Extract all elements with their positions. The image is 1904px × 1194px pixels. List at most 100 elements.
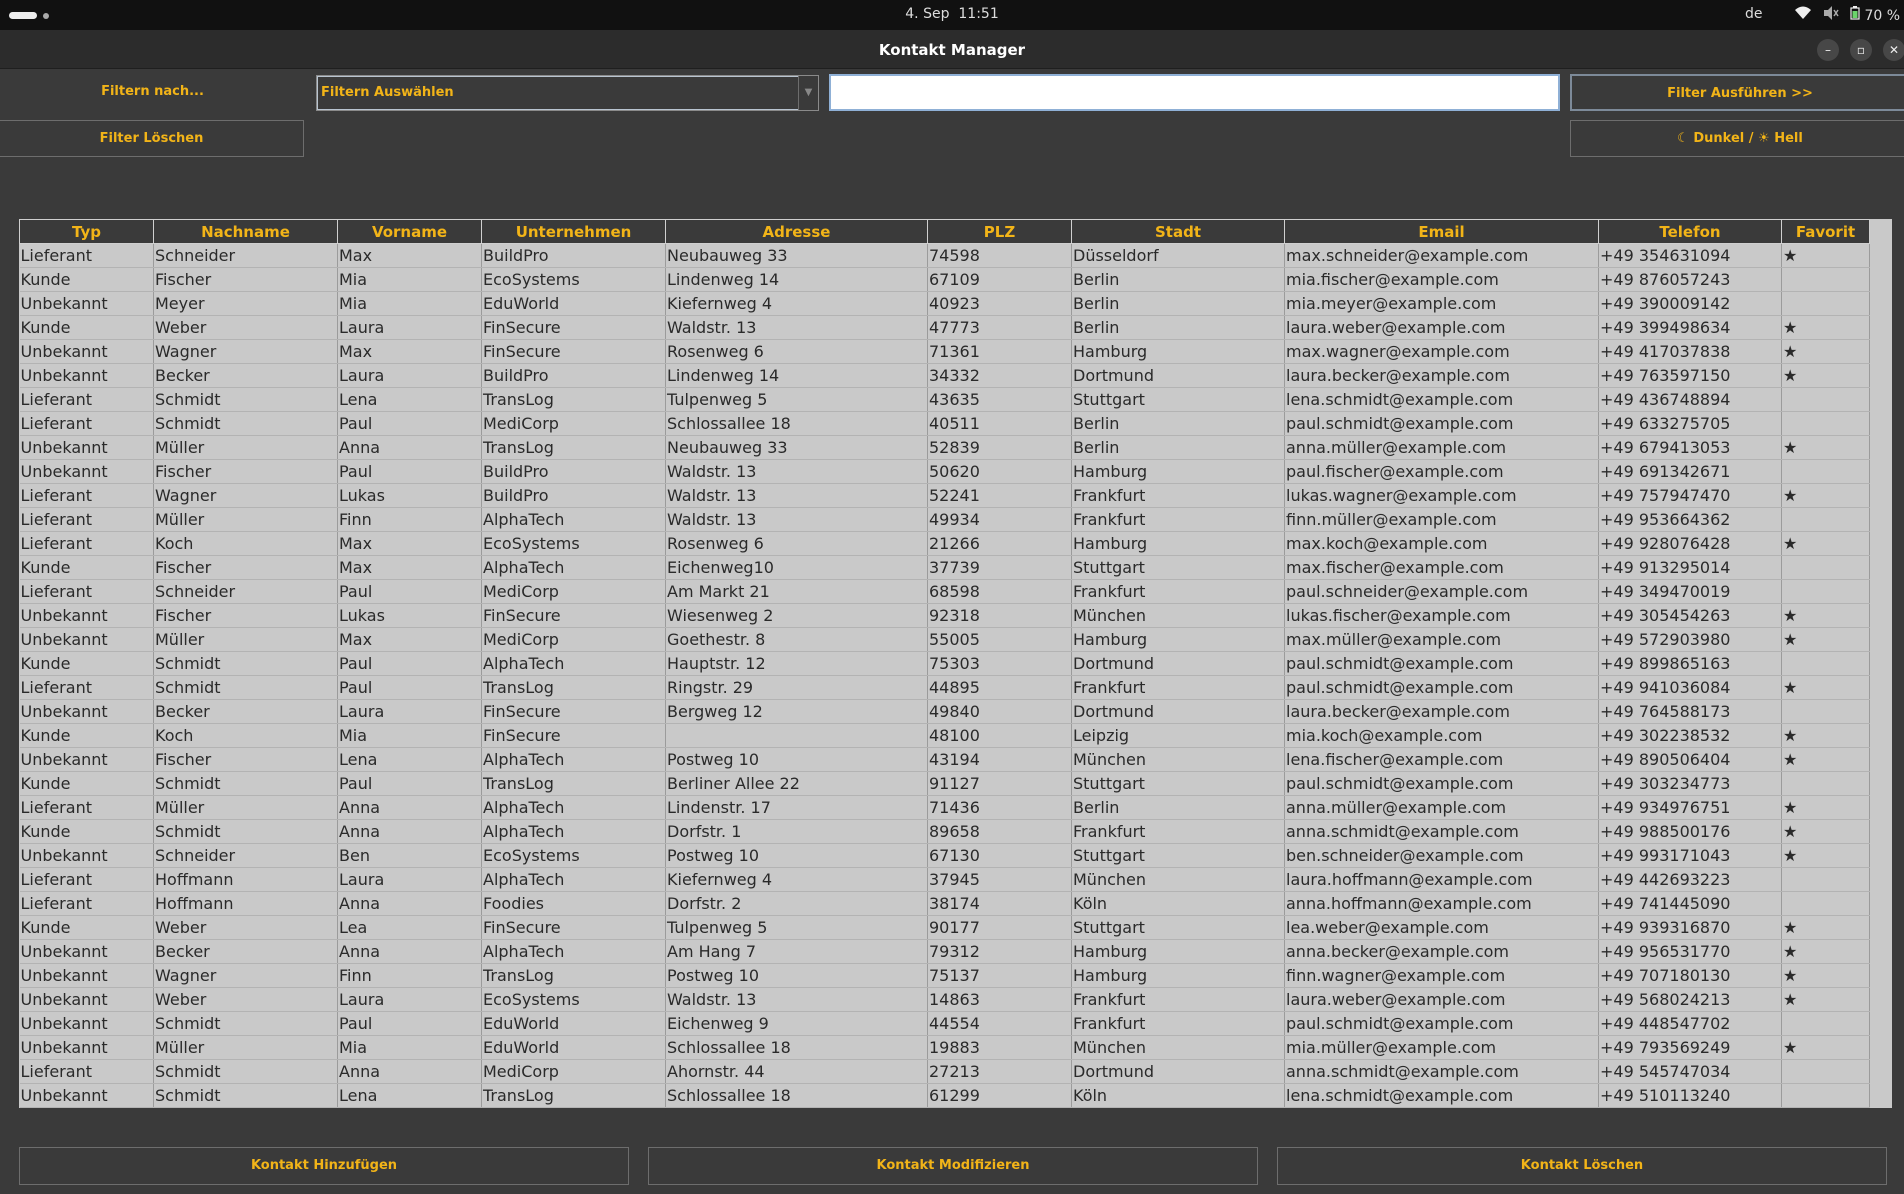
table-row[interactable]: Lieferant Wagner Lukas BuildPro Waldstr. 13 5…	[19, 483, 1870, 508]
column-header-nachname[interactable]: Nachname	[153, 219, 338, 244]
clear-filter-button[interactable]: Filter Löschen	[0, 120, 304, 157]
table-row[interactable]: Lieferant Schneider Paul MediCorp Am Markt 2…	[19, 579, 1870, 604]
cell-telefon: +49 354631094	[1598, 243, 1782, 268]
window-title: Kontakt Manager	[878, 41, 1026, 59]
theme-toggle-button[interactable]: ☾ Dunkel / ☀ Hell	[1570, 120, 1904, 157]
table-row[interactable]: Lieferant Schneider Max BuildPro Neubauweg 3…	[19, 243, 1870, 268]
cell-vorname: Laura	[337, 987, 482, 1012]
column-header-adresse[interactable]: Adresse	[665, 219, 928, 244]
cell-vorname: Paul	[337, 459, 482, 484]
cell-typ: Unbekannt	[19, 1035, 154, 1060]
close-button[interactable]: ✕	[1883, 39, 1904, 61]
table-row[interactable]: Unbekannt Müller Max MediCorp Goethestr. 8 55…	[19, 627, 1870, 652]
filter-search-input[interactable]	[829, 74, 1560, 111]
modify-contact-button[interactable]: Kontakt Modifizieren	[648, 1147, 1258, 1185]
table-row[interactable]: Lieferant Schmidt Lena TransLog Tulpenweg 54…	[19, 387, 1870, 412]
volume-muted-icon[interactable]	[1822, 5, 1840, 25]
cell-email: finn.müller@example.com	[1284, 507, 1599, 532]
cell-nachname: Schmidt	[153, 1059, 338, 1084]
table-row[interactable]: Lieferant Schmidt Anna MediCorp Ahornstr. 44…	[19, 1059, 1870, 1084]
table-row[interactable]: Unbekannt Wagner Max FinSecure Rosenweg 6 713…	[19, 339, 1870, 364]
minimize-icon: –	[1825, 43, 1831, 57]
table-row[interactable]: Unbekannt Müller Anna TransLog Neubauweg 33 5…	[19, 435, 1870, 460]
cell-telefon: +49 993171043	[1598, 843, 1782, 868]
cell-telefon: +49 928076428	[1598, 531, 1782, 556]
system-clock[interactable]: 4. Sep 11:51	[0, 6, 1904, 22]
table-row[interactable]: Kunde Schmidt Anna AlphaTech Dorfstr. 1 89658…	[19, 819, 1870, 844]
cell-vorname: Paul	[337, 651, 482, 676]
table-row[interactable]: Unbekannt Schmidt Lena TransLog Schlossallee…	[19, 1083, 1870, 1108]
column-header-unternehmen[interactable]: Unternehmen	[481, 219, 666, 244]
column-header-stadt[interactable]: Stadt	[1071, 219, 1285, 244]
cell-typ: Unbekannt	[19, 603, 154, 628]
add-contact-button[interactable]: Kontakt Hinzufügen	[19, 1147, 629, 1185]
table-row[interactable]: Unbekannt Fischer Lena AlphaTech Postweg 10 4…	[19, 747, 1870, 772]
filter-select[interactable]: Filtern Auswählen ▼	[316, 75, 819, 111]
cell-typ: Unbekannt	[19, 699, 154, 724]
table-row[interactable]: Lieferant Schmidt Paul MediCorp Schlossallee…	[19, 411, 1870, 436]
column-header-favorit[interactable]: Favorit	[1781, 219, 1870, 244]
table-row[interactable]: Kunde Fischer Mia EcoSystems Lindenweg 14 671…	[19, 267, 1870, 292]
cell-adresse: Dorfstr. 2	[665, 891, 928, 916]
table-row[interactable]: Kunde Schmidt Paul TransLog Berliner Allee 2…	[19, 771, 1870, 796]
delete-contact-button[interactable]: Kontakt Löschen	[1277, 1147, 1887, 1185]
cell-email: paul.schmidt@example.com	[1284, 411, 1599, 436]
column-header-vorname[interactable]: Vorname	[337, 219, 482, 244]
table-row[interactable]: Kunde Koch Mia FinSecure 48100 Leipzig mia.koc…	[19, 723, 1870, 748]
wifi-icon[interactable]	[1794, 5, 1812, 25]
cell-telefon: +49 757947470	[1598, 483, 1782, 508]
table-row[interactable]: Lieferant Hoffmann Laura AlphaTech Kiefernwe…	[19, 867, 1870, 892]
table-row[interactable]: Kunde Schmidt Paul AlphaTech Hauptstr. 12 753…	[19, 651, 1870, 676]
execute-filter-button[interactable]: Filter Ausführen >>	[1570, 74, 1904, 111]
table-row[interactable]: Unbekannt Schneider Ben EcoSystems Postweg 1…	[19, 843, 1870, 868]
table-row[interactable]: Kunde Weber Lea FinSecure Tulpenweg 5 90177 St…	[19, 915, 1870, 940]
table-row[interactable]: Unbekannt Becker Anna AlphaTech Am Hang 7 793…	[19, 939, 1870, 964]
cell-stadt: Stuttgart	[1071, 555, 1285, 580]
table-row[interactable]: Unbekannt Wagner Finn TransLog Postweg 10 751…	[19, 963, 1870, 988]
cell-typ: Unbekannt	[19, 339, 154, 364]
column-header-plz[interactable]: PLZ	[927, 219, 1072, 244]
cell-plz: 52241	[927, 483, 1072, 508]
table-row[interactable]: Unbekannt Becker Laura FinSecure Bergweg 12 4…	[19, 699, 1870, 724]
cell-stadt: Frankfurt	[1071, 675, 1285, 700]
battery-status[interactable]: 70 %	[1850, 6, 1900, 24]
column-header-telefon[interactable]: Telefon	[1598, 219, 1782, 244]
cell-favorit: ★	[1781, 1035, 1870, 1060]
cell-unternehmen: EcoSystems	[481, 531, 666, 556]
table-row[interactable]: Kunde Fischer Max AlphaTech Eichenweg10 37739…	[19, 555, 1870, 580]
cell-nachname: Müller	[153, 1035, 338, 1060]
chevron-down-icon[interactable]: ▼	[798, 76, 818, 110]
table-row[interactable]: Lieferant Hoffmann Anna Foodies Dorfstr. 2 38…	[19, 891, 1870, 916]
table-row[interactable]: Unbekannt Schmidt Paul EduWorld Eichenweg 94…	[19, 1011, 1870, 1036]
cell-typ: Unbekannt	[19, 843, 154, 868]
table-row[interactable]: Unbekannt Becker Laura BuildPro Lindenweg 14…	[19, 363, 1870, 388]
table-row[interactable]: Unbekannt Fischer Paul BuildPro Waldstr. 13 5…	[19, 459, 1870, 484]
cell-favorit	[1781, 291, 1870, 316]
cell-vorname: Anna	[337, 795, 482, 820]
keyboard-language[interactable]: de	[1745, 6, 1763, 22]
cell-typ: Kunde	[19, 819, 154, 844]
table-row[interactable]: Lieferant Müller Anna AlphaTech Lindenstr. 1…	[19, 795, 1870, 820]
cell-email: mia.fischer@example.com	[1284, 267, 1599, 292]
table-row[interactable]: Unbekannt Meyer Mia EduWorld Kiefernweg 4 409…	[19, 291, 1870, 316]
cell-plz: 43194	[927, 747, 1072, 772]
table-row[interactable]: Kunde Weber Laura FinSecure Waldstr. 13 47773…	[19, 315, 1870, 340]
cell-favorit: ★	[1781, 939, 1870, 964]
cell-unternehmen: TransLog	[481, 675, 666, 700]
table-row[interactable]: Lieferant Müller Finn AlphaTech Waldstr. 13 4…	[19, 507, 1870, 532]
cell-telefon: +49 303234773	[1598, 771, 1782, 796]
table-row[interactable]: Unbekannt Fischer Lukas FinSecure Wiesenweg …	[19, 603, 1870, 628]
table-row[interactable]: Unbekannt Weber Laura EcoSystems Waldstr. 13…	[19, 987, 1870, 1012]
cell-nachname: Schneider	[153, 579, 338, 604]
cell-nachname: Koch	[153, 531, 338, 556]
cell-stadt: Frankfurt	[1071, 987, 1285, 1012]
column-header-email[interactable]: Email	[1284, 219, 1599, 244]
table-row[interactable]: Lieferant Koch Max EcoSystems Rosenweg 6 2126…	[19, 531, 1870, 556]
cell-stadt: Dortmund	[1071, 1059, 1285, 1084]
column-header-typ[interactable]: Typ	[19, 219, 154, 244]
cell-telefon: +49 633275705	[1598, 411, 1782, 436]
minimize-button[interactable]: –	[1817, 39, 1839, 61]
table-row[interactable]: Unbekannt Müller Mia EduWorld Schlossallee 1…	[19, 1035, 1870, 1060]
table-row[interactable]: Lieferant Schmidt Paul TransLog Ringstr. 29 4…	[19, 675, 1870, 700]
maximize-button[interactable]: ▫	[1850, 39, 1872, 61]
